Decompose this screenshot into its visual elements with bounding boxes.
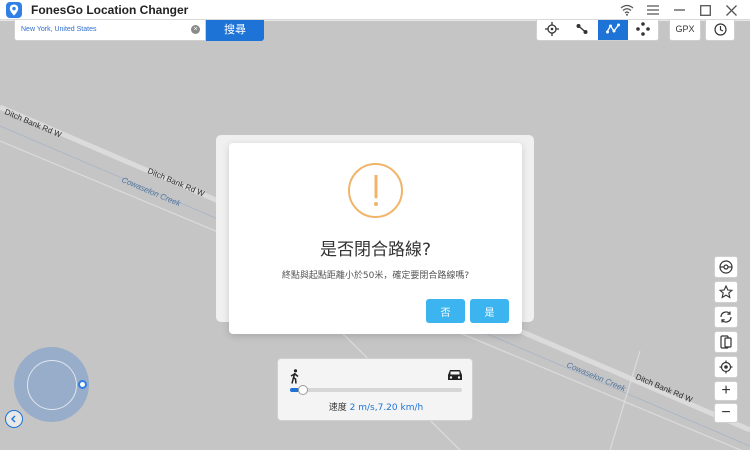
joystick-ring (27, 360, 77, 410)
close-route-dialog: 是否閉合路線? 終點與起點距離小於50米，確定要閉合路線嗎? 否 是 (229, 143, 522, 334)
maximize-icon[interactable] (694, 0, 716, 20)
speed-value: 2 m/s,7.20 km/h (349, 403, 424, 413)
dialog-title: 是否閉合路線? (319, 240, 432, 260)
teleport-mode-icon[interactable] (537, 18, 567, 40)
app-logo-icon (6, 1, 22, 18)
dialog-message: 終點與起點距離小於50米，確定要閉合路線嗎? (281, 271, 470, 281)
gpx-button[interactable]: GPX (669, 17, 701, 41)
star-icon[interactable] (714, 281, 738, 303)
history-icon[interactable] (705, 17, 735, 41)
speed-slider-thumb[interactable] (297, 385, 308, 395)
yes-button[interactable]: 是 (470, 299, 509, 323)
joystick-handle[interactable] (78, 380, 87, 389)
search-button[interactable]: 搜尋 (206, 17, 264, 41)
phone-switch-icon[interactable] (714, 331, 738, 353)
zoom-in-button[interactable]: + (714, 381, 738, 401)
joystick-mode-icon[interactable] (628, 18, 658, 40)
speed-slider[interactable] (290, 385, 462, 395)
speed-readout: 速度 2 m/s,7.20 km/h (278, 400, 474, 413)
wifi-icon[interactable] (616, 0, 638, 20)
search-input-value: New York, United States (21, 25, 97, 33)
no-button[interactable]: 否 (426, 299, 465, 323)
locate-icon[interactable] (714, 356, 738, 378)
right-toolbar: + − (714, 256, 738, 425)
minimize-icon[interactable] (668, 0, 690, 20)
app-title: FonesGo Location Changer (31, 2, 189, 17)
car-icon[interactable] (447, 368, 463, 387)
speed-panel: 速度 2 m/s,7.20 km/h (277, 358, 473, 421)
multi-spot-mode-icon[interactable] (597, 18, 628, 40)
menu-icon[interactable] (642, 0, 664, 20)
clear-icon[interactable]: × (191, 24, 200, 34)
warning-icon (348, 163, 403, 218)
title-bar: FonesGo Location Changer (0, 0, 750, 20)
pokeball-icon[interactable] (714, 256, 738, 278)
zoom-out-button[interactable]: − (714, 403, 738, 423)
joystick-control[interactable] (14, 347, 89, 422)
back-arrow-icon[interactable] (5, 410, 23, 428)
speed-label: 速度 (328, 403, 347, 413)
close-icon[interactable] (720, 0, 742, 20)
two-spot-mode-icon[interactable] (567, 18, 597, 40)
refresh-icon[interactable] (714, 306, 738, 328)
mode-selector (536, 17, 659, 41)
search-input[interactable]: New York, United States × (14, 17, 206, 41)
